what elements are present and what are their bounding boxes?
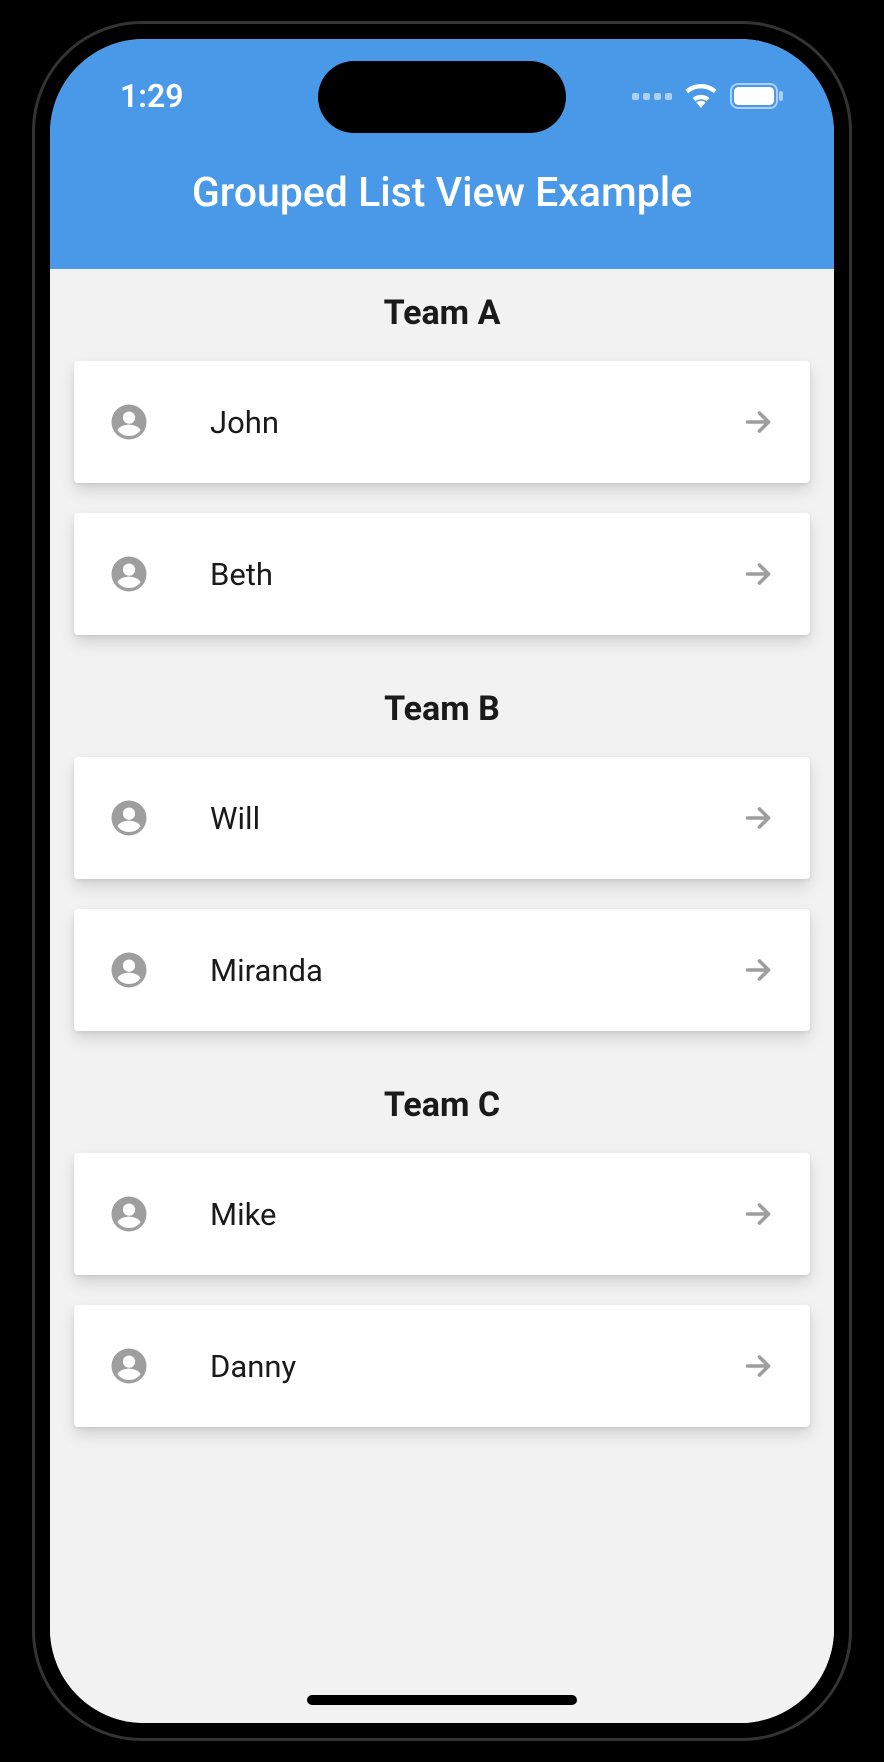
status-right [632, 83, 784, 109]
section-header-team-c: Team C [50, 1061, 834, 1153]
notch [318, 61, 566, 133]
avatar-icon [108, 1345, 150, 1387]
content-scroll[interactable]: Team A John Beth Team B Will Miranda [50, 269, 834, 1723]
list-item[interactable]: Miranda [74, 909, 810, 1031]
list-item[interactable]: Will [74, 757, 810, 879]
list-item[interactable]: Beth [74, 513, 810, 635]
screen: 1:29 Grouped List View Example Team A [50, 39, 834, 1723]
chevron-right-icon [740, 1196, 776, 1232]
chevron-right-icon [740, 952, 776, 988]
app-header: Grouped List View Example [50, 139, 834, 269]
section-header-team-b: Team B [50, 665, 834, 757]
avatar-icon [108, 949, 150, 991]
section-header-team-a: Team A [50, 269, 834, 361]
list-item[interactable]: Mike [74, 1153, 810, 1275]
list-item[interactable]: Danny [74, 1305, 810, 1427]
list-item-label: John [210, 404, 740, 441]
list-item-label: Mike [210, 1196, 740, 1233]
battery-icon [730, 83, 784, 109]
cellular-signal-icon [632, 93, 672, 100]
list-item-label: Beth [210, 556, 740, 593]
chevron-right-icon [740, 404, 776, 440]
list-item[interactable]: John [74, 361, 810, 483]
chevron-right-icon [740, 556, 776, 592]
list-item-label: Miranda [210, 952, 740, 989]
status-time: 1:29 [120, 77, 184, 115]
avatar-icon [108, 553, 150, 595]
avatar-icon [108, 401, 150, 443]
chevron-right-icon [740, 1348, 776, 1384]
avatar-icon [108, 797, 150, 839]
device-frame: 1:29 Grouped List View Example Team A [32, 21, 852, 1741]
page-title: Grouped List View Example [70, 169, 814, 217]
avatar-icon [108, 1193, 150, 1235]
home-indicator[interactable] [307, 1695, 577, 1705]
list-item-label: Will [210, 800, 740, 837]
chevron-right-icon [740, 800, 776, 836]
list-item-label: Danny [210, 1348, 740, 1385]
wifi-icon [684, 84, 718, 108]
